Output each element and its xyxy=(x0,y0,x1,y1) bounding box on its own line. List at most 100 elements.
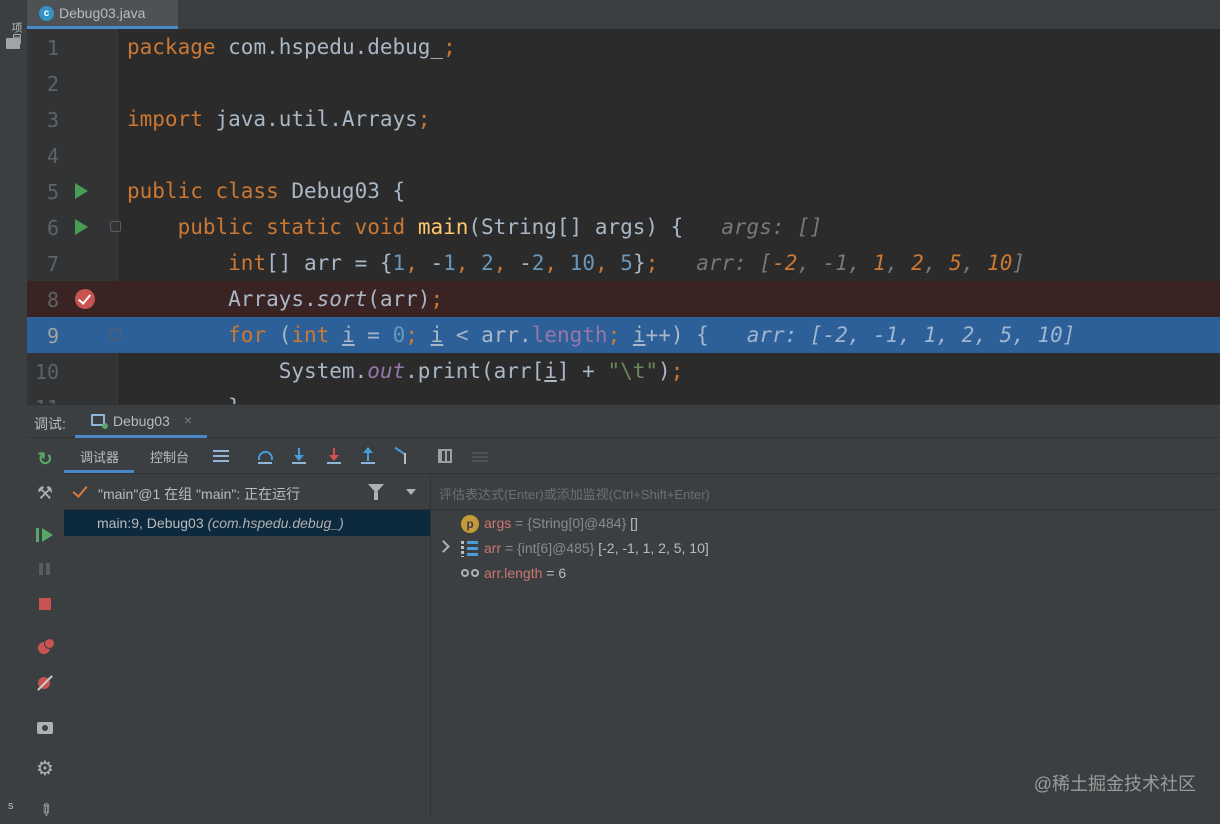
code-text: Arrays.sort(arr); xyxy=(127,287,444,311)
code-editor[interactable]: 1 package com.hspedu.debug_; 2 3 import java… xyxy=(27,29,1220,404)
step-into-icon[interactable] xyxy=(290,447,308,465)
variable-type: = xyxy=(542,565,559,581)
code-line[interactable]: 6 public static void main(String[] args)… xyxy=(27,209,1220,245)
frame-location: main:9, Debug03 xyxy=(97,515,208,531)
mute-breakpoints-icon[interactable] xyxy=(36,674,54,692)
code-text: public class Debug03 { xyxy=(127,179,406,203)
code-text: } xyxy=(127,395,241,404)
view-breakpoints-icon[interactable] xyxy=(36,638,55,656)
variable-value: 6 xyxy=(558,565,567,581)
frames-panel: "main"@1 在组 "main": 正在运行 main:9, Debug03… xyxy=(64,474,431,818)
variable-value: [-2, -1, 1, 2, 5, 10] xyxy=(598,540,709,556)
layout-icon[interactable] xyxy=(212,447,230,465)
debug-tool-window-header: 调试: Debug03 × xyxy=(27,404,1220,438)
breakpoint-icon[interactable] xyxy=(75,289,95,309)
fold-icon[interactable] xyxy=(110,329,121,340)
variable-row[interactable]: p args = {String[0]@484} [] xyxy=(431,511,1220,536)
variable-name: args xyxy=(484,515,512,531)
tab-console-label: 控制台 xyxy=(150,450,190,465)
variable-name: arr xyxy=(484,540,502,556)
line-number[interactable]: 1 xyxy=(27,36,59,60)
watch-icon xyxy=(461,565,479,583)
chevron-down-icon[interactable] xyxy=(406,489,416,495)
check-icon xyxy=(72,482,88,498)
variable-type: = {String[0]@484} xyxy=(511,515,631,531)
project-tool-strip: 项目 s xyxy=(0,0,28,818)
wrench-icon[interactable]: ⚒ xyxy=(36,484,54,502)
line-number[interactable]: 11 xyxy=(27,396,59,404)
code-line[interactable]: 2 xyxy=(27,65,1220,101)
code-text: System.out.print(arr[i] + "\t"); xyxy=(127,359,684,383)
code-line[interactable]: 3 import java.util.Arrays; xyxy=(27,101,1220,137)
debug-session-tab[interactable]: Debug03 × xyxy=(75,405,207,438)
force-step-into-icon[interactable] xyxy=(325,447,343,465)
tab-debugger[interactable]: 调试器 xyxy=(64,438,134,473)
code-line[interactable]: 7 int[] arr = {1, -1, 2, -2, 10, 5}; arr… xyxy=(27,245,1220,281)
debug-side-toolbar: ↻ ⚒ ⚙ ✎ xyxy=(27,438,65,821)
code-line[interactable]: 11 } xyxy=(27,389,1220,404)
run-to-cursor-icon[interactable] xyxy=(393,447,411,465)
line-number[interactable]: 5 xyxy=(27,180,59,204)
debugger-toolbar: 调试器 控制台 xyxy=(64,438,1220,474)
step-over-icon[interactable] xyxy=(256,447,274,465)
line-number[interactable]: 10 xyxy=(27,360,59,384)
filter-icon[interactable] xyxy=(368,484,384,500)
array-icon xyxy=(461,540,479,558)
gear-icon[interactable]: ⚙ xyxy=(36,759,54,779)
line-number[interactable]: 9 xyxy=(27,324,59,348)
line-number[interactable]: 4 xyxy=(27,144,59,168)
resume-program-icon[interactable] xyxy=(36,526,54,544)
variables-panel: 评估表达式(Enter)或添加监视(Ctrl+Shift+Enter) p ar… xyxy=(431,474,1220,818)
variable-row[interactable]: arr.length = 6 xyxy=(431,561,1220,586)
pause-program-icon[interactable] xyxy=(36,560,54,578)
rerun-icon[interactable]: ↻ xyxy=(36,450,54,468)
run-icon[interactable] xyxy=(75,219,88,235)
line-number[interactable]: 7 xyxy=(27,252,59,276)
thread-selector[interactable]: "main"@1 在组 "main": 正在运行 xyxy=(64,474,430,510)
parameter-icon: p xyxy=(461,515,479,533)
chevron-right-icon[interactable] xyxy=(437,540,450,553)
debug-tool-title: 调试: xyxy=(34,416,66,432)
line-number[interactable]: 6 xyxy=(27,216,59,240)
debug-session-icon xyxy=(91,414,108,429)
fold-icon[interactable] xyxy=(110,221,121,232)
folder-icon[interactable] xyxy=(6,38,20,49)
code-text: int[] arr = {1, -1, 2, -2, 10, 5}; arr: … xyxy=(228,251,1026,275)
structure-tool-label[interactable]: s xyxy=(8,800,14,812)
line-number[interactable]: 8 xyxy=(27,288,59,312)
code-line[interactable]: 8 Arrays.sort(arr); xyxy=(27,281,1220,317)
editor-tab-bar: c Debug03.java xyxy=(27,0,1220,30)
code-line[interactable]: 4 xyxy=(27,137,1220,173)
stop-icon[interactable] xyxy=(36,595,54,613)
code-line[interactable]: 9 for (int i = 0; i < arr.length; i++) {… xyxy=(27,317,1220,353)
pin-icon[interactable]: ✎ xyxy=(32,798,57,823)
thread-label: "main"@1 在组 "main": 正在运行 xyxy=(98,486,301,502)
variable-row[interactable]: arr = {int[6]@485} [-2, -1, 1, 2, 5, 10] xyxy=(431,536,1220,561)
variable-value: [] xyxy=(630,515,638,531)
close-icon[interactable]: × xyxy=(184,412,192,428)
code-line[interactable]: 5 public class Debug03 { xyxy=(27,173,1220,209)
run-icon[interactable] xyxy=(75,183,88,199)
line-number[interactable]: 2 xyxy=(27,72,59,96)
frame-package: (com.hspedu.debug_) xyxy=(207,515,344,531)
evaluate-watch-input[interactable]: 评估表达式(Enter)或添加监视(Ctrl+Shift+Enter) xyxy=(431,474,1220,510)
evaluate-expression-icon[interactable] xyxy=(437,447,455,465)
variable-name: arr.length xyxy=(484,565,543,581)
editor-tab-debug03[interactable]: c Debug03.java xyxy=(27,0,178,29)
editor-tab-label: Debug03.java xyxy=(59,5,146,21)
trace-current-stream-icon[interactable] xyxy=(471,447,489,465)
watch-input-placeholder: 评估表达式(Enter)或添加监视(Ctrl+Shift+Enter) xyxy=(439,487,710,502)
watermark: @稀土掘金技术社区 xyxy=(1033,774,1196,794)
java-class-icon: c xyxy=(39,6,54,21)
camera-icon[interactable] xyxy=(36,718,54,736)
code-line[interactable]: 10 System.out.print(arr[i] + "\t"); xyxy=(27,353,1220,389)
tab-console[interactable]: 控制台 xyxy=(134,438,204,473)
line-number[interactable]: 3 xyxy=(27,108,59,132)
code-text: for (int i = 0; i < arr.length; i++) { a… xyxy=(228,323,1076,347)
stack-frame-row[interactable]: main:9, Debug03 (com.hspedu.debug_) xyxy=(64,510,430,536)
code-line[interactable]: 1 package com.hspedu.debug_; xyxy=(27,29,1220,65)
variable-type: = {int[6]@485} xyxy=(501,540,599,556)
debug-session-label: Debug03 xyxy=(113,413,170,429)
code-text: package com.hspedu.debug_; xyxy=(127,35,456,59)
step-out-icon[interactable] xyxy=(359,447,377,465)
